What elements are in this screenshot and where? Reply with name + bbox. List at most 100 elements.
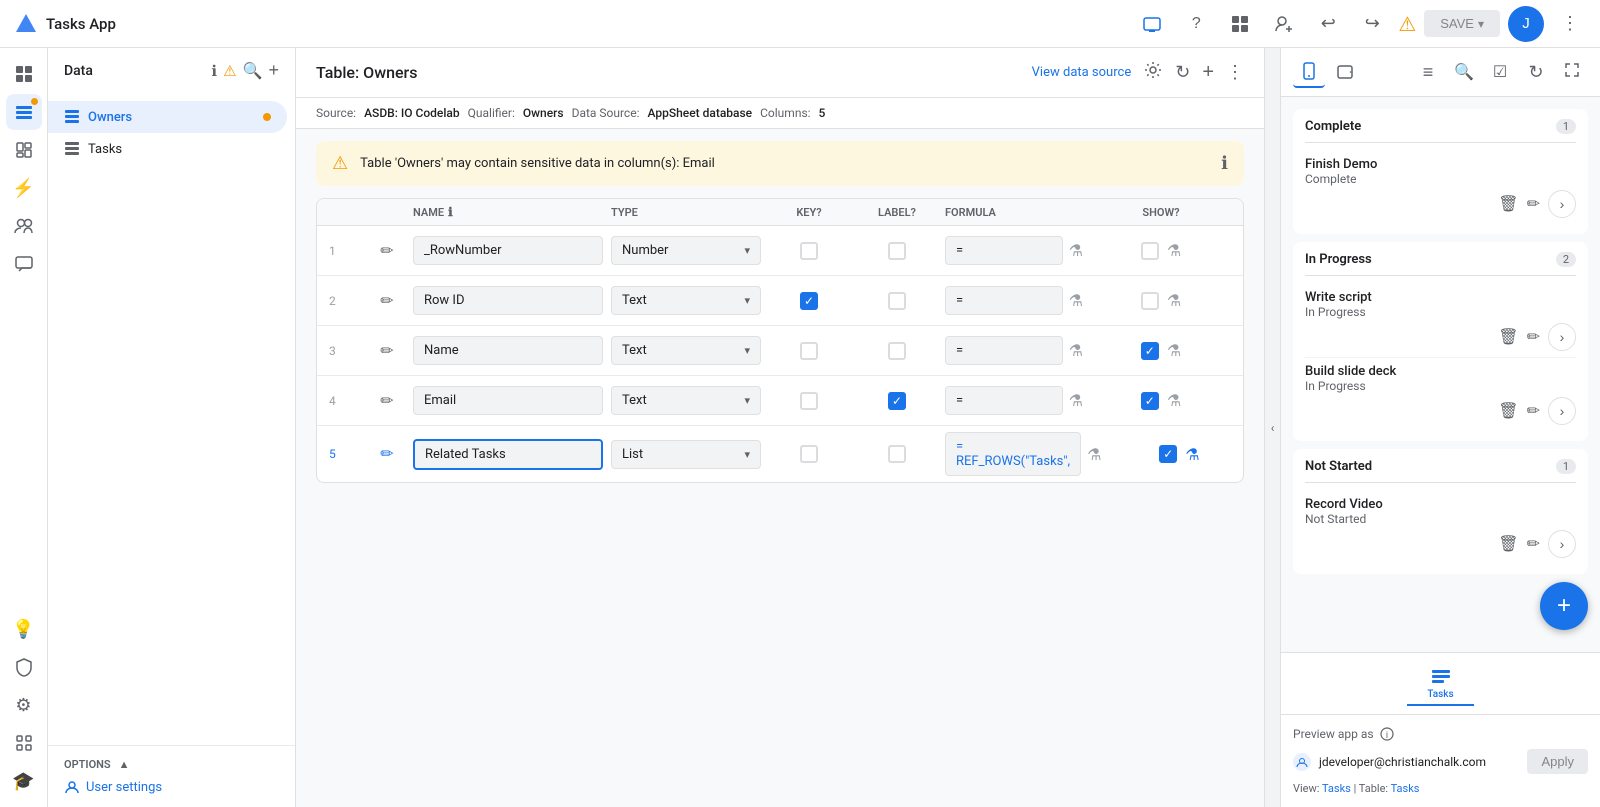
- sidebar-item-tasks[interactable]: Tasks: [48, 133, 295, 165]
- more-icon-btn[interactable]: ⋮: [1552, 6, 1588, 42]
- delete-task-btn[interactable]: 🗑: [1498, 323, 1518, 351]
- view-link[interactable]: Tasks: [1322, 782, 1351, 795]
- nav-security-btn[interactable]: [6, 649, 42, 685]
- row-5-type-select[interactable]: List ▾: [611, 440, 761, 469]
- redo-btn[interactable]: ↪: [1354, 6, 1390, 42]
- sidebar-search-btn[interactable]: 🔍: [243, 61, 263, 81]
- delete-task-btn[interactable]: 🗑: [1498, 397, 1518, 425]
- row-2-show-flask-icon[interactable]: ⚗: [1167, 291, 1181, 310]
- nav-home-btn[interactable]: [6, 56, 42, 92]
- phone-view-btn[interactable]: [1293, 56, 1325, 88]
- row-4-type-select[interactable]: Text ▾: [611, 386, 761, 415]
- apply-button[interactable]: Apply: [1527, 749, 1588, 774]
- row-2-type-select[interactable]: Text ▾: [611, 286, 761, 315]
- preview-icon-btn[interactable]: [1134, 6, 1170, 42]
- go-task-btn[interactable]: ›: [1548, 530, 1576, 558]
- row-3-label-cb[interactable]: [857, 342, 937, 360]
- row-2-show-cb[interactable]: [1141, 292, 1159, 310]
- nav-chat-btn[interactable]: [6, 246, 42, 282]
- row-2-label-cb[interactable]: [857, 292, 937, 310]
- row-1-edit-btn[interactable]: ✏: [369, 241, 405, 261]
- row-2-edit-btn[interactable]: ✏: [369, 291, 405, 311]
- row-5-flask-icon[interactable]: ⚗: [1087, 445, 1101, 464]
- nav-learn-btn[interactable]: 🎓: [6, 763, 42, 799]
- panel-collapse-handle[interactable]: ‹: [1264, 48, 1280, 807]
- row-4-flask-icon[interactable]: ⚗: [1069, 391, 1083, 410]
- edit-task-btn[interactable]: ✏: [1527, 190, 1540, 218]
- row-4-show-flask-icon[interactable]: ⚗: [1167, 391, 1181, 410]
- row-1-show-cb[interactable]: [1141, 242, 1159, 260]
- edit-task-btn[interactable]: ✏: [1527, 323, 1540, 351]
- row-1-key-cb[interactable]: [769, 242, 849, 260]
- preview-email-address: jdeveloper@christianchalk.com: [1319, 755, 1519, 769]
- nav-data-btn[interactable]: [6, 94, 42, 130]
- preview-content: Complete 1 Finish Demo Complete 🗑 ✏ › In…: [1281, 97, 1600, 652]
- row-1-type-select[interactable]: Number ▾: [611, 236, 761, 265]
- sidebar-add-btn[interactable]: +: [268, 60, 279, 81]
- expand-preview-btn[interactable]: [1556, 56, 1588, 88]
- row-5-label-cb[interactable]: [857, 445, 937, 463]
- nav-integrations-btn[interactable]: [6, 725, 42, 761]
- row-4-show-cb[interactable]: ✓: [1141, 392, 1159, 410]
- type-dropdown-icon: ▾: [744, 294, 750, 307]
- sidebar-item-tasks-label: Tasks: [88, 142, 279, 157]
- nav-automations-btn[interactable]: ⚡: [6, 170, 42, 206]
- filter-btn[interactable]: ≡: [1412, 56, 1444, 88]
- row-2-key-cb[interactable]: ✓: [769, 292, 849, 310]
- row-4-label-cb[interactable]: ✓: [857, 392, 937, 410]
- row-3-show-cb[interactable]: ✓: [1141, 342, 1159, 360]
- row-4-edit-btn[interactable]: ✏: [369, 391, 405, 411]
- fab-add-btn[interactable]: +: [1540, 582, 1588, 630]
- help-icon-btn[interactable]: ?: [1178, 6, 1214, 42]
- row-5-show-cb[interactable]: ✓: [1159, 445, 1177, 463]
- tasks-nav-icon: [1430, 665, 1452, 687]
- more-options-btn[interactable]: ⋮: [1226, 62, 1244, 83]
- tablet-view-btn[interactable]: [1329, 56, 1361, 88]
- go-task-btn[interactable]: ›: [1548, 323, 1576, 351]
- row-5-show-flask-icon[interactable]: ⚗: [1185, 445, 1199, 464]
- nav-ideas-btn[interactable]: 💡: [6, 611, 42, 647]
- row-3-flask-icon[interactable]: ⚗: [1069, 341, 1083, 360]
- app-logo: Tasks App: [12, 10, 116, 38]
- row-1-flask-icon[interactable]: ⚗: [1069, 241, 1083, 260]
- add-person-icon-btn[interactable]: [1266, 6, 1302, 42]
- row-2-show: ⚗: [1091, 291, 1231, 310]
- row-5-edit-btn[interactable]: ✏: [369, 444, 405, 464]
- row-5-num: 5: [329, 447, 361, 461]
- select-all-btn[interactable]: ☑: [1484, 56, 1516, 88]
- row-1-show: ⚗: [1091, 241, 1231, 260]
- bottom-nav-tasks[interactable]: Tasks: [1407, 661, 1473, 706]
- row-3-key-cb[interactable]: [769, 342, 849, 360]
- row-3-show-flask-icon[interactable]: ⚗: [1167, 341, 1181, 360]
- row-2-flask-icon[interactable]: ⚗: [1069, 291, 1083, 310]
- sidebar-item-owners[interactable]: Owners: [48, 101, 287, 133]
- nav-settings-btn[interactable]: ⚙: [6, 687, 42, 723]
- table-settings-btn[interactable]: [1143, 60, 1163, 85]
- view-data-source-link[interactable]: View data source: [1032, 65, 1132, 80]
- edit-task-btn[interactable]: ✏: [1527, 530, 1540, 558]
- save-button[interactable]: SAVE ▾: [1424, 10, 1500, 37]
- go-task-btn[interactable]: ›: [1548, 397, 1576, 425]
- row-4-key-cb[interactable]: [769, 392, 849, 410]
- grid-icon-btn[interactable]: [1222, 6, 1258, 42]
- sidebar-user-settings[interactable]: User settings: [64, 779, 279, 795]
- nav-views-btn[interactable]: [6, 132, 42, 168]
- edit-task-btn[interactable]: ✏: [1527, 397, 1540, 425]
- search-preview-btn[interactable]: 🔍: [1448, 56, 1480, 88]
- table-link[interactable]: Tasks: [1391, 782, 1420, 795]
- refresh-btn[interactable]: ↻: [1175, 62, 1190, 83]
- undo-btn[interactable]: ↩: [1310, 6, 1346, 42]
- row-5-key-cb[interactable]: [769, 445, 849, 463]
- row-1-show-flask-icon[interactable]: ⚗: [1167, 241, 1181, 260]
- go-task-btn[interactable]: ›: [1548, 190, 1576, 218]
- refresh-preview-btn[interactable]: ↻: [1520, 56, 1552, 88]
- row-1-label-cb[interactable]: [857, 242, 937, 260]
- nav-users-btn[interactable]: [6, 208, 42, 244]
- avatar-btn[interactable]: J: [1508, 6, 1544, 42]
- row-3-edit-btn[interactable]: ✏: [369, 341, 405, 361]
- add-column-btn[interactable]: +: [1202, 61, 1214, 84]
- delete-task-btn[interactable]: 🗑: [1498, 190, 1518, 218]
- sidebar-items: Owners Tasks: [48, 93, 295, 745]
- delete-task-btn[interactable]: 🗑: [1498, 530, 1518, 558]
- row-3-type-select[interactable]: Text ▾: [611, 336, 761, 365]
